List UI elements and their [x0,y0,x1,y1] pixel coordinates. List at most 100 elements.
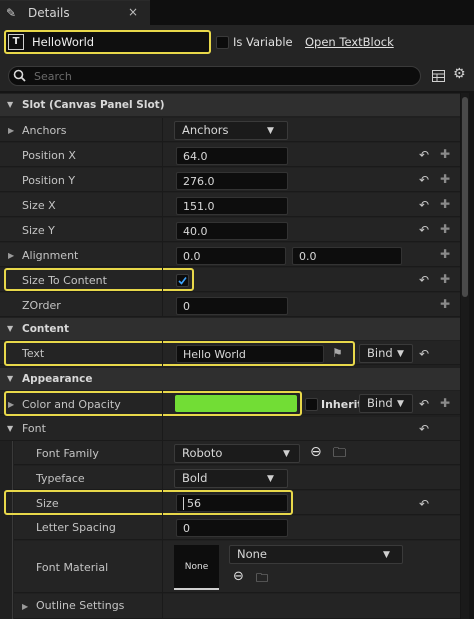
size-x-input[interactable]: 151.0 [176,197,288,215]
close-icon[interactable]: × [128,5,138,19]
expand-arrow-icon[interactable]: ▶ [8,251,14,260]
pin-icon[interactable]: ✚ [440,272,450,286]
pin-icon[interactable]: ✚ [440,396,450,410]
pin-icon[interactable]: ✚ [440,172,450,186]
reset-arrow-icon[interactable]: ↶ [419,173,429,187]
alignment-y-value: 0.0 [299,250,317,263]
chevron-down-icon: ▼ [283,449,290,459]
text-input[interactable]: Hello World [176,345,324,363]
section-slot-label: Slot (Canvas Panel Slot) [22,99,165,111]
font-label: Font [22,422,46,435]
size-y-value: 40.0 [183,225,208,238]
chevron-down-icon: ▼ [267,474,274,484]
section-content-label: Content [22,323,70,335]
chevron-down-icon: ▼ [397,399,404,409]
position-x-input[interactable]: 64.0 [176,147,288,165]
is-variable-label: Is Variable [233,35,293,49]
pin-icon[interactable]: ✚ [440,147,450,161]
size-x-value: 151.0 [183,200,215,213]
color-bind-dropdown[interactable]: Bind [359,394,413,413]
pin-icon[interactable]: ✚ [440,247,450,261]
position-x-label: Position X [22,149,76,162]
material-thumbnail[interactable]: None [174,545,219,590]
alignment-x-input[interactable]: 0.0 [176,247,286,265]
checkmark-icon [178,277,187,285]
color-swatch[interactable] [175,395,297,412]
text-widget-icon: T [8,34,24,50]
reset-arrow-icon[interactable]: ↶ [419,273,429,287]
browse-folder-icon[interactable]: 🗀 [333,444,346,466]
alignment-label: Alignment [22,249,79,262]
font-material-dropdown[interactable]: None [229,545,403,564]
section-appearance[interactable]: ▼ Appearance [0,368,460,390]
reset-arrow-icon[interactable]: ↶ [419,223,429,237]
anchors-value: Anchors [182,123,229,137]
bind-label: Bind [367,396,393,410]
letter-spacing-value: 0 [183,522,190,535]
open-textblock-link[interactable]: Open TextBlock [305,35,394,49]
material-thumb-label: None [184,562,209,572]
reset-arrow-icon[interactable]: ↶ [419,422,429,436]
font-family-dropdown[interactable]: Roboto [174,444,300,463]
widget-name[interactable]: HelloWorld [32,35,94,49]
chevron-down-icon: ▼ [383,550,390,560]
tree-guide-line [12,441,13,619]
browse-back-icon[interactable]: ⊖ [233,569,244,584]
reset-arrow-icon[interactable]: ↶ [419,347,429,361]
zorder-value: 0 [183,300,190,313]
text-label: Text [22,347,45,360]
pin-icon[interactable]: ✚ [440,297,450,311]
font-family-value: Roboto [182,446,223,460]
reset-arrow-icon[interactable]: ↶ [419,148,429,162]
expand-arrow-icon[interactable]: ▶ [8,126,14,135]
browse-folder-icon[interactable]: 🗀 [256,569,268,590]
collapse-arrow-icon: ▼ [7,324,14,333]
expand-arrow-icon[interactable]: ▶ [8,400,14,409]
position-y-input[interactable]: 276.0 [176,172,288,190]
reset-arrow-icon[interactable]: ↶ [419,198,429,212]
typeface-value: Bold [182,471,208,485]
zorder-input[interactable]: 0 [176,297,288,315]
tab-label: Details [28,6,70,20]
table-view-icon[interactable] [432,70,445,82]
bind-label: Bind [367,346,393,360]
letter-spacing-input[interactable]: 0 [176,519,288,537]
expand-arrow-icon[interactable]: ▶ [22,602,28,611]
alignment-y-input[interactable]: 0.0 [292,247,402,265]
localization-flag-icon[interactable]: ⚑ [332,346,343,360]
scrollbar-thumb[interactable] [462,97,468,297]
browse-back-icon[interactable]: ⊖ [310,444,322,460]
section-content[interactable]: ▼ Content [0,318,460,340]
position-y-value: 276.0 [183,175,215,188]
size-y-input[interactable]: 40.0 [176,222,288,240]
is-variable-checkbox[interactable] [216,36,229,49]
row-font [0,417,460,441]
column-divider[interactable] [162,118,163,316]
size-x-label: Size X [22,199,56,212]
letter-spacing-label: Letter Spacing [36,521,116,534]
font-size-input[interactable]: 56 [176,494,288,512]
font-material-label: Font Material [36,561,109,574]
reset-arrow-icon[interactable]: ↶ [419,497,429,511]
anchors-label: Anchors [22,124,67,137]
pencil-icon: ✎ [6,6,17,20]
text-bind-dropdown[interactable]: Bind [359,344,413,363]
chevron-down-icon: ▼ [267,126,274,136]
size-y-label: Size Y [22,224,55,237]
pin-icon[interactable]: ✚ [440,197,450,211]
details-tab[interactable]: ✎ Details × [0,0,150,25]
gear-icon[interactable]: ⚙ [453,66,466,82]
text-value: Hello World [183,348,246,361]
section-slot[interactable]: ▼ Slot (Canvas Panel Slot) [0,94,460,116]
inherit-checkbox[interactable] [305,398,318,411]
inherit-label: Inherit [321,398,363,411]
color-opacity-label: Color and Opacity [22,398,121,411]
size-to-content-checkbox[interactable] [176,274,189,287]
collapse-arrow-icon[interactable]: ▼ [7,424,13,433]
pin-icon[interactable]: ✚ [440,222,450,236]
column-divider[interactable] [162,341,163,366]
reset-arrow-icon[interactable]: ↶ [419,397,429,411]
chevron-down-icon: ▼ [397,349,404,359]
collapse-arrow-icon: ▼ [7,100,14,109]
column-divider[interactable] [162,391,163,619]
